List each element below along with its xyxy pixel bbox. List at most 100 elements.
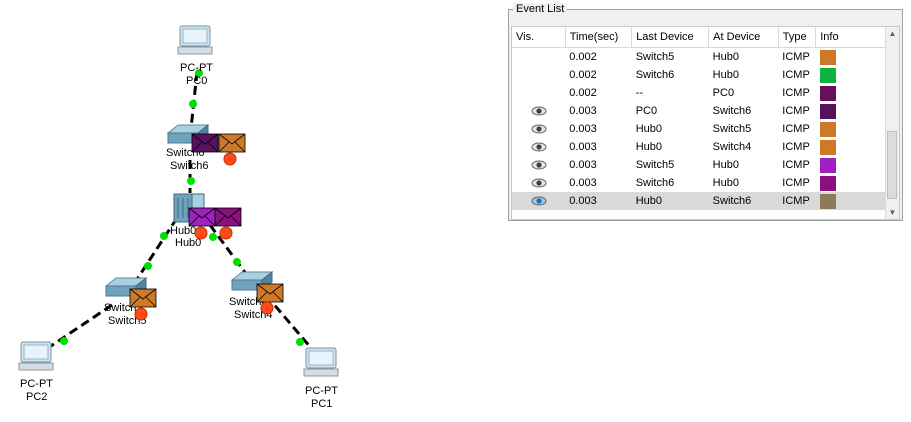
pc-icon [177, 25, 213, 55]
link-switch4-pc1[interactable] [264, 294, 319, 356]
event-vis-cell[interactable] [512, 102, 565, 120]
event-row[interactable]: 0.003 PC0 Switch6 ICMP [512, 102, 888, 120]
event-at-device-cell: Hub0 [712, 69, 739, 81]
event-row[interactable]: 0.003 Hub0 Switch6 ICMP [512, 192, 888, 210]
event-info-cell[interactable] [816, 102, 888, 120]
event-vis-cell[interactable] [512, 84, 565, 102]
event-type-cell: ICMP [782, 141, 810, 153]
column-header-vis[interactable]: Vis. [512, 27, 566, 48]
pdu-envelope[interactable] [218, 133, 246, 166]
event-type-cell: ICMP [782, 87, 810, 99]
event-vis-cell[interactable] [512, 174, 565, 192]
topology-canvas[interactable]: PC-PT PC0 Switch6 Switch6 Hub0 Hub0 Swit… [0, 0, 500, 422]
port-light [296, 338, 304, 346]
event-last-device-cell: Switch6 [635, 177, 675, 189]
pdu-envelope[interactable] [214, 207, 242, 240]
pdu-color-swatch[interactable] [819, 85, 836, 101]
event-vis-cell[interactable] [512, 120, 565, 138]
port-light [209, 233, 217, 241]
event-info-cell[interactable] [816, 66, 888, 84]
event-last-device-cell: Switch6 [635, 69, 675, 81]
eye-icon[interactable] [531, 124, 547, 134]
event-info-cell[interactable] [816, 120, 888, 138]
event-info-cell[interactable] [816, 138, 888, 156]
pdu-color-swatch[interactable] [819, 103, 836, 119]
pdu-color-swatch[interactable] [819, 157, 836, 173]
event-time-cell: 0.003 [569, 123, 597, 135]
device-type-label: PC-PT [20, 378, 53, 390]
eye-icon[interactable] [531, 106, 547, 116]
event-type-cell: ICMP [782, 69, 810, 81]
event-vis-cell[interactable] [512, 48, 565, 67]
column-header-last-device[interactable]: Last Device [631, 27, 710, 48]
scroll-down-arrow-icon[interactable]: ▼ [886, 206, 899, 219]
device-name-label: PC0 [186, 75, 207, 87]
table-header-row: Vis. Time(sec) Last Device At Device Typ… [512, 27, 888, 48]
eye-icon[interactable] [531, 142, 547, 152]
device-pc1[interactable]: PC-PT PC1 [303, 347, 339, 410]
pdu-marker-dot [194, 226, 208, 240]
scrollbar-thumb[interactable] [887, 131, 897, 199]
event-info-cell[interactable] [816, 48, 888, 67]
event-list-panel: Event List Vis. Time(sec) Last Device At… [508, 3, 903, 221]
device-name-label: Hub0 [175, 237, 201, 249]
pdu-color-swatch[interactable] [819, 121, 836, 137]
link-switch5-pc2[interactable] [41, 303, 113, 354]
event-at-device-cell: Switch5 [712, 123, 752, 135]
event-at-device-cell: Hub0 [712, 177, 739, 189]
column-header-info[interactable]: Info [815, 27, 888, 48]
event-last-device-cell: Switch5 [635, 51, 675, 63]
device-type-label: PC-PT [180, 62, 213, 74]
pdu-color-swatch[interactable] [819, 193, 836, 209]
event-list-rows: 0.002 Switch5 Hub0 ICMP 0.002 Switch6 Hub0 ICMP… [512, 48, 888, 210]
event-time-cell: 0.003 [569, 159, 597, 171]
pdu-color-swatch[interactable] [819, 67, 836, 83]
column-header-at-device[interactable]: At Device [708, 27, 779, 48]
event-time-cell: 0.003 [569, 177, 597, 189]
event-row[interactable]: 0.003 Hub0 Switch5 ICMP [512, 120, 888, 138]
column-header-time[interactable]: Time(sec) [565, 27, 633, 48]
envelope-icon [214, 207, 242, 227]
event-info-cell[interactable] [816, 84, 888, 102]
port-light [144, 262, 152, 270]
event-time-cell: 0.003 [569, 105, 597, 117]
event-row[interactable]: 0.002 Switch5 Hub0 ICMP [512, 48, 888, 67]
event-at-device-cell: Switch6 [712, 105, 752, 117]
event-info-cell[interactable] [816, 174, 888, 192]
event-row[interactable]: 0.002 Switch6 Hub0 ICMP [512, 66, 888, 84]
pdu-marker-dot [223, 152, 237, 166]
event-row[interactable]: 0.003 Switch5 Hub0 ICMP [512, 156, 888, 174]
event-vis-cell[interactable] [512, 138, 565, 156]
device-pc2[interactable]: PC-PT PC2 [18, 341, 54, 403]
event-row[interactable]: 0.002 -- PC0 ICMP [512, 84, 888, 102]
pdu-color-swatch[interactable] [819, 139, 836, 155]
event-type-cell: ICMP [782, 159, 810, 171]
pc-icon [303, 347, 339, 377]
scroll-up-arrow-icon[interactable]: ▲ [886, 27, 899, 40]
device-pc0[interactable]: PC-PT PC0 [177, 25, 213, 87]
pdu-color-swatch[interactable] [819, 175, 836, 191]
event-row[interactable]: 0.003 Hub0 Switch4 ICMP [512, 138, 888, 156]
port-light [160, 232, 168, 240]
event-list-table: Vis. Time(sec) Last Device At Device Typ… [512, 27, 888, 210]
pdu-envelope[interactable] [191, 133, 219, 153]
event-time-cell: 0.002 [569, 87, 597, 99]
column-header-type[interactable]: Type [778, 27, 817, 48]
event-row[interactable]: 0.003 Switch6 Hub0 ICMP [512, 174, 888, 192]
eye-icon[interactable] [531, 160, 547, 170]
event-type-cell: ICMP [782, 123, 810, 135]
event-list-scrollbar[interactable]: ▲ ▼ [885, 27, 899, 219]
event-vis-cell[interactable] [512, 66, 565, 84]
eye-icon[interactable] [531, 178, 547, 188]
event-type-cell: ICMP [782, 51, 810, 63]
event-info-cell[interactable] [816, 156, 888, 174]
event-last-device-cell: Hub0 [631, 192, 709, 210]
event-type-cell: ICMP [778, 192, 816, 210]
event-vis-cell[interactable] [512, 156, 565, 174]
eye-icon[interactable] [531, 196, 547, 206]
event-vis-cell[interactable] [512, 192, 566, 210]
event-at-device-cell: Hub0 [712, 159, 739, 171]
event-list-table-container[interactable]: Vis. Time(sec) Last Device At Device Typ… [511, 26, 900, 220]
pdu-color-swatch[interactable] [819, 49, 836, 65]
event-info-cell[interactable] [815, 192, 888, 210]
